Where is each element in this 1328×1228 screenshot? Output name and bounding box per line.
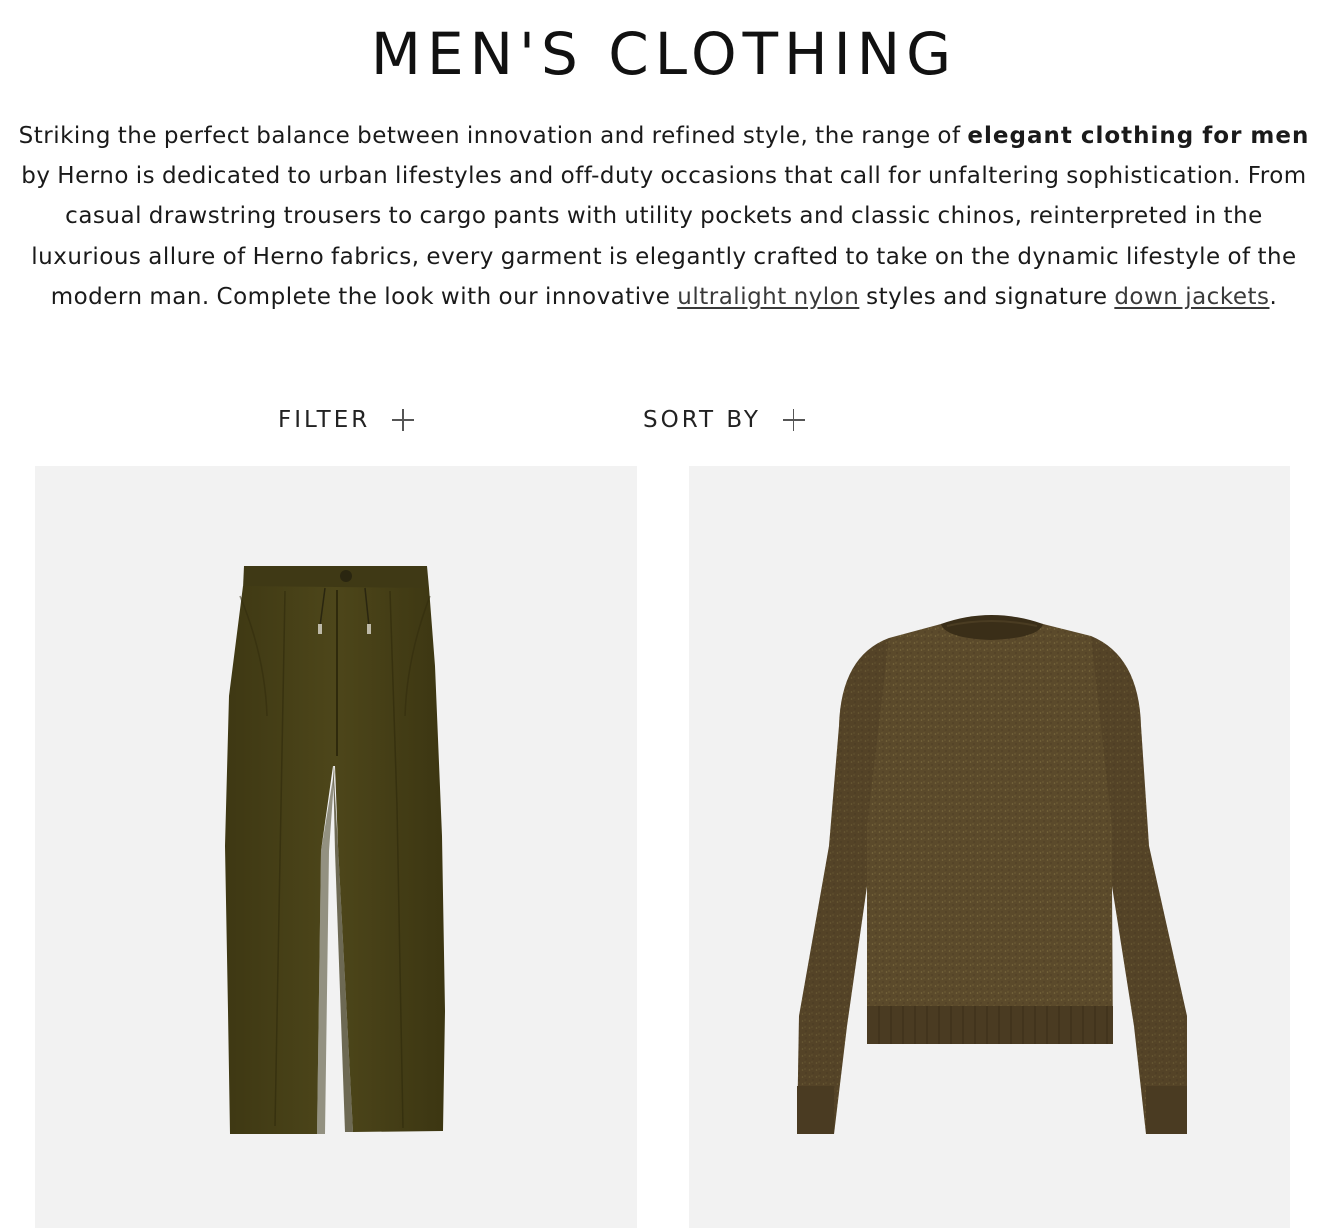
product-card[interactable]: [689, 466, 1290, 1228]
sort-label: SORT BY: [643, 407, 761, 433]
description-bold-text: elegant clothing for men: [967, 123, 1310, 149]
filter-button[interactable]: FILTER: [278, 398, 415, 442]
plus-icon: [392, 409, 415, 431]
product-image-sweater[interactable]: [689, 466, 1290, 1228]
product-image-trousers[interactable]: [35, 466, 637, 1228]
filter-label: FILTER: [278, 407, 371, 433]
ultralight-nylon-link[interactable]: ultralight nylon: [677, 284, 859, 310]
description-text: .: [1269, 283, 1278, 310]
plus-icon: [782, 409, 805, 431]
category-description: Striking the perfect balance between inn…: [16, 116, 1312, 317]
product-card[interactable]: [35, 466, 637, 1228]
down-jackets-link[interactable]: down jackets: [1114, 284, 1269, 310]
page-title: MEN'S CLOTHING: [370, 20, 958, 88]
description-text: Striking the perfect balance between inn…: [18, 123, 968, 149]
description-text: styles and signature: [859, 283, 1115, 310]
listing-controls: FILTER SORT BY: [0, 398, 1328, 442]
sort-by-button[interactable]: SORT BY: [643, 398, 805, 442]
